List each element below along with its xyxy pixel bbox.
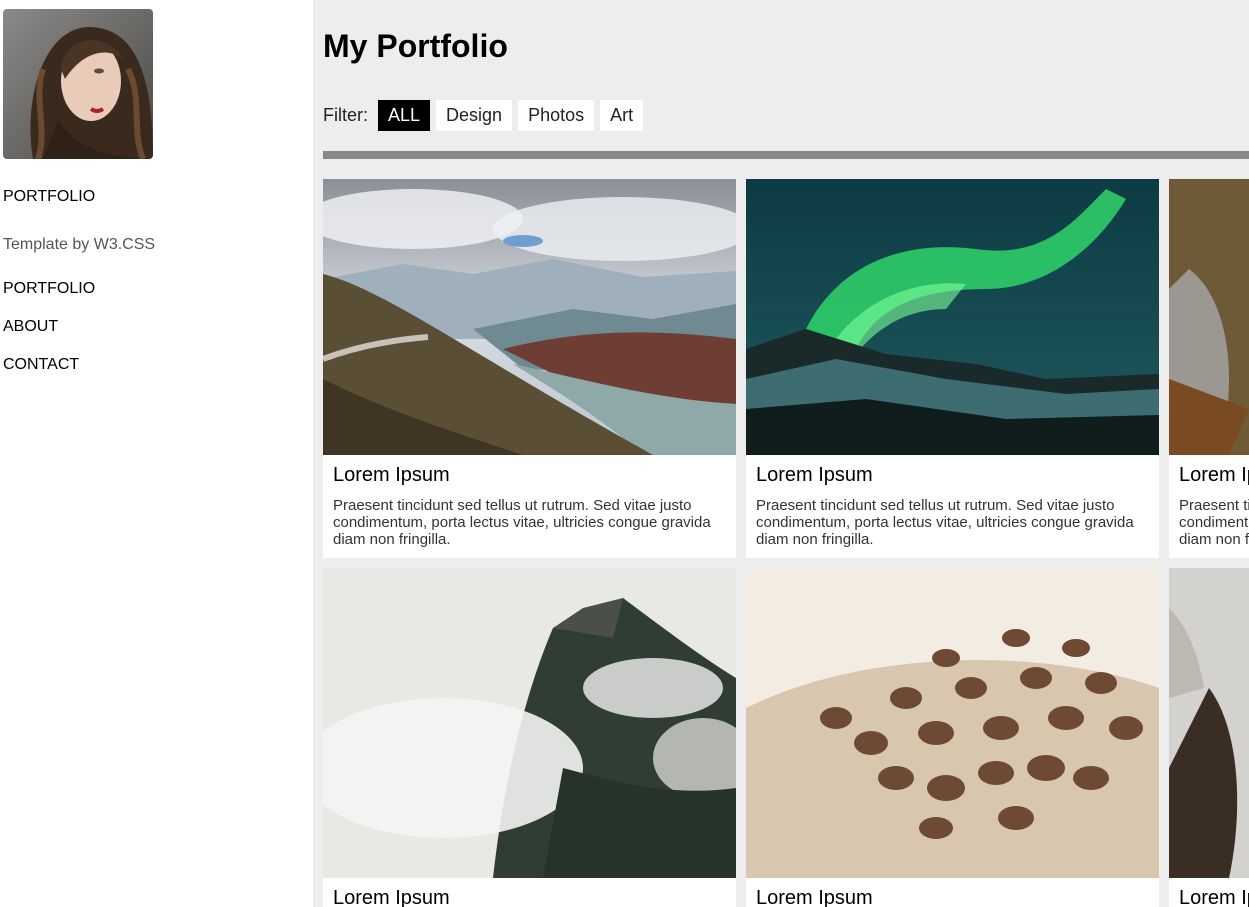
- filter-design-button[interactable]: Design: [436, 100, 513, 131]
- portfolio-card[interactable]: Lorem Ipsum Praesent tincidunt sed tellu…: [1169, 179, 1249, 558]
- nav-item-about[interactable]: ABOUT: [3, 318, 58, 336]
- card-title: Lorem Ipsum: [333, 464, 450, 486]
- filter-label: Filter:: [323, 105, 368, 125]
- section-divider: [323, 151, 1249, 159]
- portfolio-card[interactable]: Lorem Ipsum: [746, 568, 1159, 907]
- avatar: [3, 9, 153, 159]
- filter-photos-button[interactable]: Photos: [518, 100, 595, 131]
- card-title: Lorem Ipsum: [756, 887, 873, 907]
- coffee-beans-photo: [746, 568, 1159, 878]
- aurora-photo: [746, 179, 1159, 455]
- card-description: Praesent tincidunt sed tellus ut rutrum.…: [333, 497, 711, 548]
- sidebar-brand: PORTFOLIO: [3, 188, 96, 205]
- nav-item-contact[interactable]: CONTACT: [3, 356, 79, 374]
- card-title: Lorem Ipsum: [1179, 887, 1249, 907]
- card-title: Lorem Ipsum: [1179, 464, 1249, 486]
- filter-all-button[interactable]: ALL: [378, 100, 431, 131]
- main-content: My Portfolio Filter: ALL Design Photos A…: [313, 0, 1249, 907]
- page-title: My Portfolio: [323, 28, 508, 64]
- portfolio-card[interactable]: Lorem Ipsum: [323, 568, 736, 907]
- mountain-lake-photo: [323, 179, 736, 455]
- misty-forest-photo: [323, 568, 736, 878]
- card-title: Lorem Ipsum: [756, 464, 873, 486]
- card-description: Praesent tincidunt sed tellus ut rutrum.…: [756, 497, 1134, 548]
- sunlit-cliff-photo: [1169, 179, 1249, 455]
- portfolio-card[interactable]: Lorem Ipsum: [1169, 568, 1249, 907]
- sidebar: PORTFOLIO Template by W3.CSS PORTFOLIO A…: [0, 0, 313, 907]
- portfolio-card[interactable]: Lorem Ipsum Praesent tincidunt sed tellu…: [746, 179, 1159, 558]
- nav-item-portfolio[interactable]: PORTFOLIO: [3, 280, 95, 298]
- portfolio-card[interactable]: Lorem Ipsum Praesent tincidunt sed tellu…: [323, 179, 736, 558]
- bear-photo: [1169, 568, 1249, 878]
- card-description: Praesent tincidunt sed tellus ut rutrum.…: [1179, 497, 1249, 548]
- card-title: Lorem Ipsum: [333, 887, 450, 907]
- filter-art-button[interactable]: Art: [600, 100, 644, 131]
- template-credit: Template by W3.CSS: [3, 236, 156, 253]
- filter-bar: Filter: ALL Design Photos Art: [323, 100, 649, 131]
